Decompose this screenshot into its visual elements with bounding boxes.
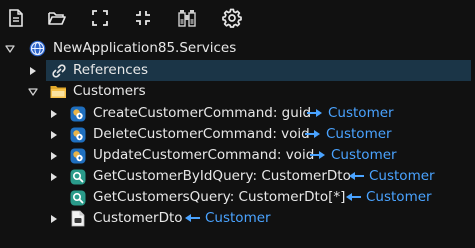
dto-file-icon bbox=[69, 210, 86, 227]
expanded-caret-icon[interactable] bbox=[4, 38, 16, 59]
expanded-caret-icon[interactable] bbox=[27, 81, 39, 102]
collapsed-caret-icon[interactable] bbox=[27, 60, 39, 81]
open-folder-icon bbox=[48, 12, 66, 25]
tree-row-delete-customer-command[interactable]: DeleteCustomerCommand: void Customer bbox=[0, 124, 475, 145]
folder-icon bbox=[50, 83, 67, 100]
arrow-right-icon bbox=[310, 151, 325, 159]
collapsed-caret-icon[interactable] bbox=[48, 208, 60, 229]
item-label: CustomerDto bbox=[93, 210, 183, 226]
expand-all-icon bbox=[92, 10, 108, 26]
arrow-left-icon bbox=[185, 214, 200, 222]
item-label: GetCustomersQuery: CustomerDto[*] bbox=[93, 189, 346, 205]
expand-all-button[interactable] bbox=[89, 7, 111, 29]
arrow-right-icon bbox=[305, 130, 320, 138]
arrow-right-icon bbox=[307, 109, 322, 117]
tree-row-update-customer-command[interactable]: UpdateCustomerCommand: void Customer bbox=[0, 145, 475, 166]
collapse-all-button[interactable] bbox=[132, 7, 154, 29]
command-icon bbox=[69, 105, 86, 122]
settings-button[interactable] bbox=[221, 7, 243, 29]
settings-gear-icon bbox=[222, 8, 242, 28]
new-file-icon bbox=[9, 9, 23, 27]
find-binoculars-icon bbox=[178, 10, 196, 27]
arrow-left-icon bbox=[346, 193, 361, 201]
collapsed-caret-icon[interactable] bbox=[48, 145, 60, 166]
item-target-link[interactable]: Customer bbox=[369, 166, 435, 187]
item-target-link[interactable]: Customer bbox=[205, 208, 271, 229]
item-target-link[interactable]: Customer bbox=[328, 103, 394, 124]
item-target-link[interactable]: Customer bbox=[331, 145, 397, 166]
toolbar bbox=[0, 0, 475, 36]
customers-folder-label: Customers bbox=[73, 83, 146, 99]
tree-row-customers-folder[interactable]: Customers bbox=[0, 81, 475, 102]
command-icon bbox=[69, 147, 86, 164]
collapsed-caret-icon[interactable] bbox=[48, 166, 60, 187]
tree-row-root[interactable]: NewApplication85.Services bbox=[0, 38, 475, 59]
item-target-link[interactable]: Customer bbox=[326, 124, 392, 145]
open-folder-button[interactable] bbox=[46, 7, 68, 29]
arrow-left-icon bbox=[349, 172, 364, 180]
new-file-button[interactable] bbox=[5, 7, 27, 29]
query-icon bbox=[69, 189, 86, 206]
find-button[interactable] bbox=[176, 7, 198, 29]
collapsed-caret-icon[interactable] bbox=[48, 124, 60, 145]
tree-row-create-customer-command[interactable]: CreateCustomerCommand: guid Customer bbox=[0, 103, 475, 124]
item-label: UpdateCustomerCommand: void bbox=[93, 147, 315, 163]
solution-tree: NewApplication85.Services References Cus… bbox=[0, 36, 475, 248]
link-icon bbox=[50, 62, 67, 79]
tree-row-references[interactable]: References bbox=[0, 60, 475, 81]
collapsed-caret-icon[interactable] bbox=[48, 103, 60, 124]
tree-row-customer-dto[interactable]: CustomerDto Customer bbox=[0, 208, 475, 229]
tree-row-get-customers-query[interactable]: GetCustomersQuery: CustomerDto[*] Custom… bbox=[0, 187, 475, 208]
item-target-link[interactable]: Customer bbox=[366, 187, 432, 208]
references-label: References bbox=[73, 62, 149, 78]
tree-row-get-customer-by-id-query[interactable]: GetCustomerByIdQuery: CustomerDto Custom… bbox=[0, 166, 475, 187]
services-explorer-panel: NewApplication85.Services References Cus… bbox=[0, 0, 475, 248]
root-label: NewApplication85.Services bbox=[53, 40, 237, 56]
query-icon bbox=[69, 168, 86, 185]
item-label: DeleteCustomerCommand: void bbox=[93, 126, 310, 142]
item-label: GetCustomerByIdQuery: CustomerDto bbox=[93, 168, 351, 184]
item-label: CreateCustomerCommand: guid bbox=[93, 105, 312, 121]
command-icon bbox=[69, 126, 86, 143]
globe-services-icon bbox=[29, 40, 46, 57]
collapse-all-icon bbox=[136, 11, 150, 25]
